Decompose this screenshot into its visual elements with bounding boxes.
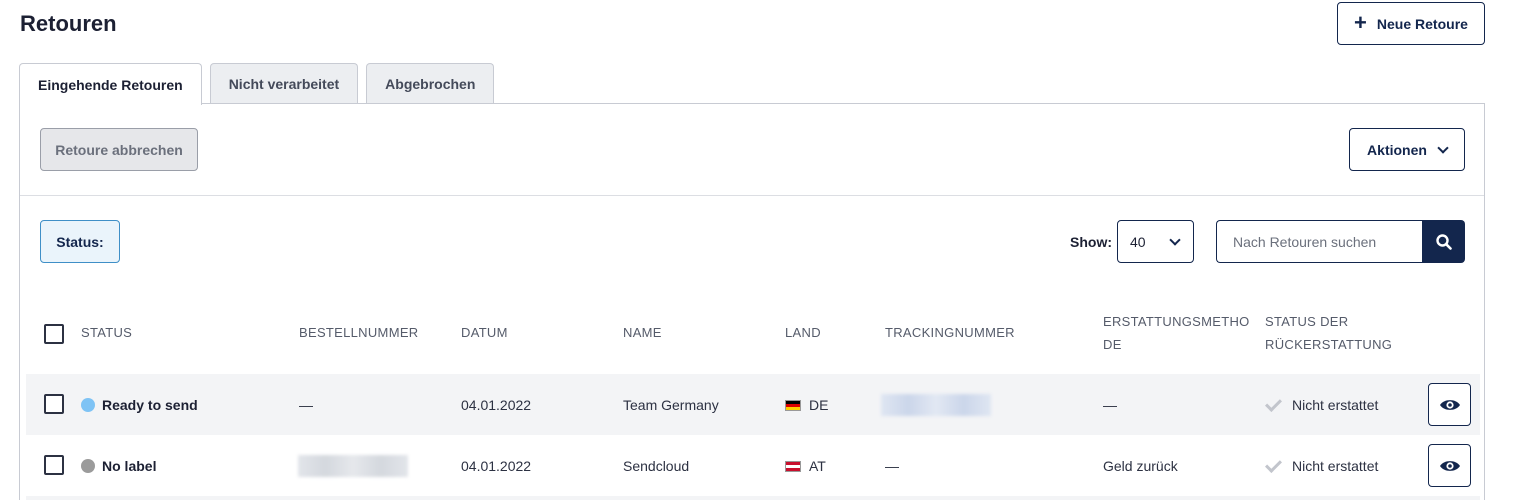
tab-incoming-returns[interactable]: Eingehende Retouren [19,63,202,105]
row-checkbox[interactable] [44,455,64,475]
country-cell: AT [785,456,826,476]
tab-not-processed[interactable]: Nicht verarbeitet [209,63,359,104]
country-code: DE [809,397,829,413]
country-cell: DE [785,395,828,415]
status-dot-icon [81,398,95,412]
status-cell: Ready to send [81,395,198,415]
page-title: Retouren [20,11,117,36]
status-dot-icon [81,459,95,473]
column-header-refund-method: ERSTATTUNGSMETHO DE [1103,310,1250,356]
tab-cancelled[interactable]: Abgebrochen [366,63,495,104]
chevron-down-icon [1169,233,1181,246]
search-icon [1435,233,1452,250]
column-header-country: LAND [785,325,821,340]
name-cell: Sendcloud [623,458,690,474]
table-row[interactable]: Ready to send — 04.01.2022 Team Germany … [26,374,1480,435]
status-cell: No label [81,456,156,476]
country-code: AT [809,458,826,474]
show-label: Show: [1070,234,1112,250]
search-button[interactable] [1422,220,1465,263]
refund-status-text: Nicht erstattet [1292,397,1379,413]
row-checkbox[interactable] [44,394,64,414]
refund-method-cell: Geld zurück [1103,458,1178,474]
page-size-select[interactable]: 40 [1117,220,1194,263]
new-return-label: Neue Retoure [1376,15,1468,32]
column-header-refund-method-line2: DE [1103,337,1122,352]
next-row-edge [26,496,1480,500]
eye-icon [1439,399,1460,410]
column-header-refund-status-line2: RÜCKERSTATTUNG [1265,337,1393,352]
tab-bar: Eingehende Retouren Nicht verarbeitet Ab… [19,63,495,105]
chevron-down-icon [1437,141,1449,154]
name-cell: Team Germany [623,397,719,413]
actions-label: Aktionen [1367,141,1427,158]
checkmark-icon [1265,395,1282,412]
table-row[interactable]: No label 04.01.2022 Sendcloud AT — Geld … [26,435,1480,496]
status-text: No label [102,458,157,474]
refund-status-cell: Nicht erstattet [1265,456,1378,476]
cancel-return-button[interactable]: Retoure abbrechen [40,128,198,171]
returns-panel: Retoure abbrechen Aktionen Status: Show:… [19,103,1485,500]
search-input[interactable] [1216,220,1422,263]
checkmark-icon [1265,456,1282,473]
tracking-number-cell: — [885,458,899,474]
date-cell: 04.01.2022 [461,458,532,474]
column-header-refund-method-line1: ERSTATTUNGSMETHO [1103,314,1250,329]
column-header-date: DATUM [461,325,508,340]
status-text: Ready to send [102,397,198,413]
austria-flag-icon [785,461,801,472]
plus-icon: + [1354,9,1367,35]
column-header-status: STATUS [81,325,133,340]
select-all-checkbox[interactable] [44,324,64,344]
actions-dropdown[interactable]: Aktionen [1349,128,1465,171]
new-return-button[interactable]: + Neue Retoure [1337,2,1485,45]
order-number-cell: — [299,397,313,413]
toolbar-divider [20,195,1484,196]
status-filter-button[interactable]: Status: [40,220,120,263]
germany-flag-icon [785,400,801,411]
eye-icon [1439,460,1460,471]
column-header-name: NAME [623,325,662,340]
refund-status-text: Nicht erstattet [1292,458,1379,474]
tracking-number-redacted [881,394,991,416]
view-return-button[interactable] [1428,383,1471,426]
view-return-button[interactable] [1428,444,1471,487]
column-header-order-number: BESTELLNUMMER [299,325,419,340]
column-header-tracking-number: TRACKINGNUMMER [885,325,1015,340]
column-header-refund-status-line1: STATUS DER [1265,314,1349,329]
order-number-redacted [298,455,408,477]
column-header-refund-status: STATUS DER RÜCKERSTATTUNG [1265,310,1392,356]
refund-status-cell: Nicht erstattet [1265,395,1378,415]
page-size-value: 40 [1130,233,1146,250]
date-cell: 04.01.2022 [461,397,532,413]
refund-method-cell: — [1103,397,1117,413]
